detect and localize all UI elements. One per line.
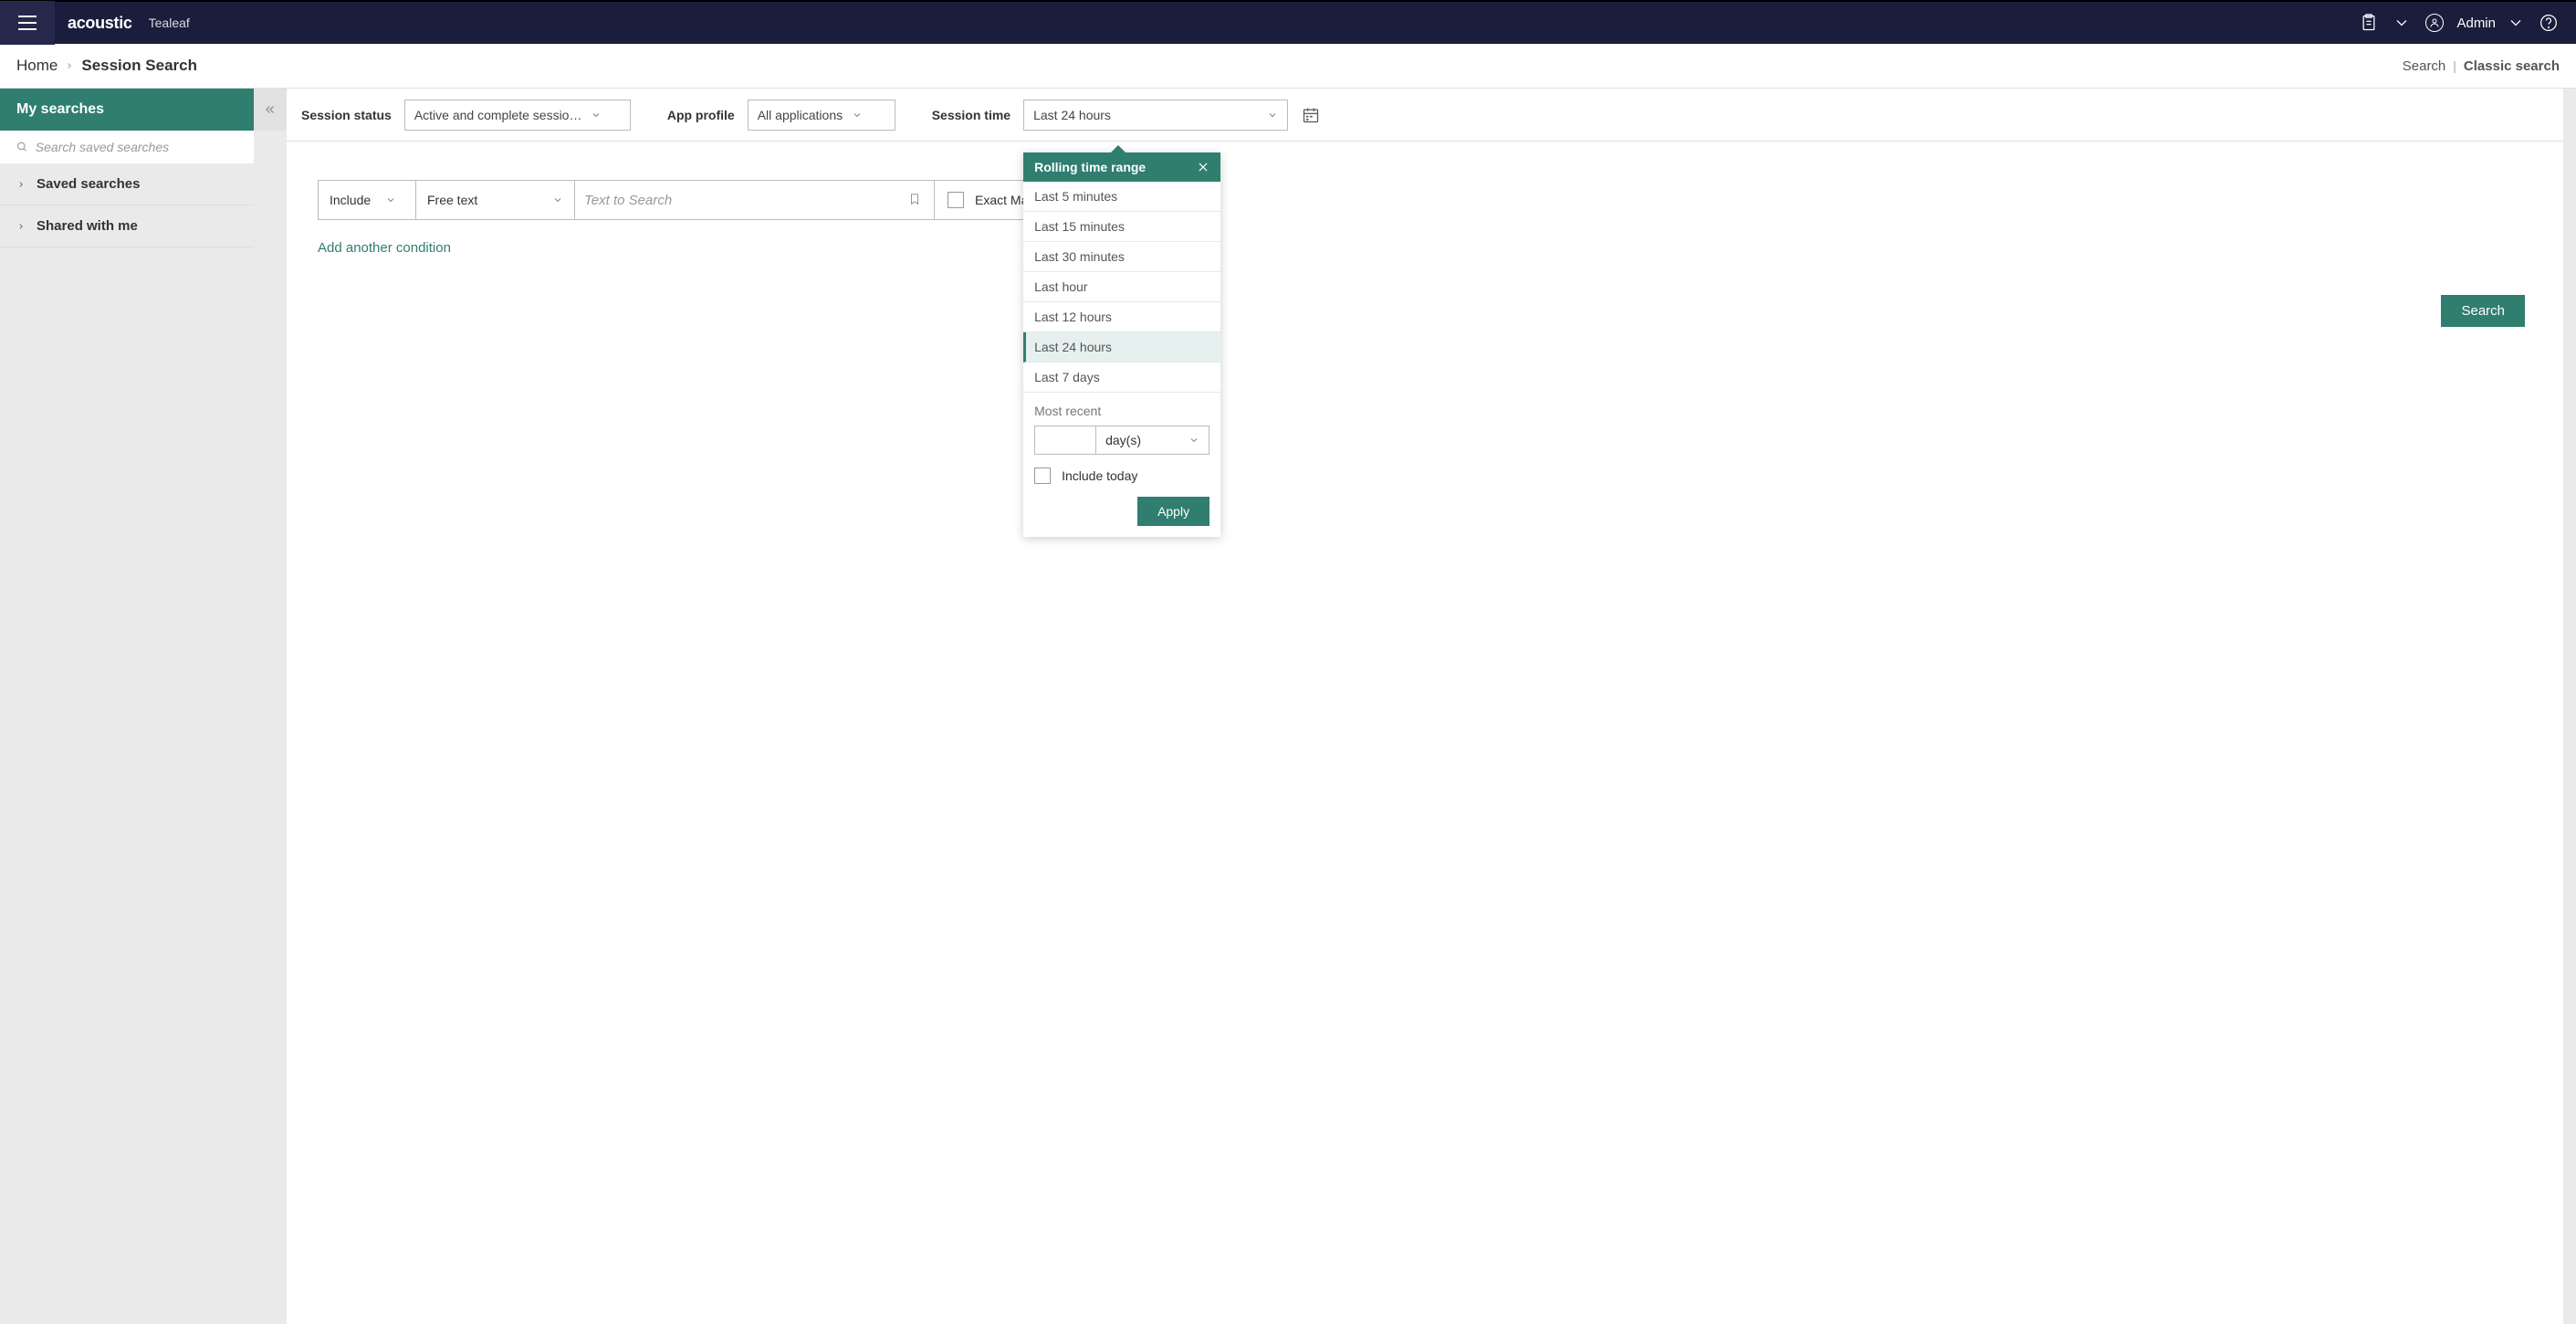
- unit-value: day(s): [1105, 433, 1141, 447]
- chevron-down-icon: [1267, 110, 1278, 121]
- sidebar-search[interactable]: [0, 131, 254, 163]
- calendar-button[interactable]: [1301, 105, 1321, 125]
- time-range-option[interactable]: Last 7 days: [1023, 363, 1220, 393]
- sidebar-item-label: Shared with me: [37, 218, 138, 234]
- help-icon: [2539, 14, 2558, 32]
- bookmark-button[interactable]: [908, 191, 925, 209]
- session-time-select[interactable]: Last 24 hours: [1023, 100, 1288, 131]
- sidebar: My searches Saved searches Shared with m…: [0, 89, 254, 1324]
- admin-label: Admin: [2456, 16, 2496, 31]
- chevron-down-icon: [2393, 14, 2411, 32]
- chevron-right-icon: [16, 222, 26, 231]
- product-name: Tealeaf: [149, 16, 190, 30]
- clipboard-dropdown[interactable]: [2385, 6, 2418, 39]
- include-value: Include: [330, 193, 371, 207]
- calendar-icon: [1302, 106, 1320, 124]
- breadcrumb-bar: Home Session Search Search | Classic sea…: [0, 44, 2576, 89]
- bookmark-icon: [908, 191, 921, 207]
- condition-text-input[interactable]: [584, 193, 908, 208]
- time-range-dropdown: Rolling time range Last 5 minutesLast 15…: [1023, 152, 1220, 537]
- chevron-down-icon: [2507, 14, 2525, 32]
- admin-dropdown[interactable]: [2499, 6, 2532, 39]
- conditions-area: Include Free text: [287, 142, 2563, 274]
- time-range-option[interactable]: Last 5 minutes: [1023, 182, 1220, 212]
- filter-bar: Session status Active and complete sessi…: [287, 89, 2563, 142]
- time-range-option[interactable]: Last 24 hours: [1023, 332, 1220, 363]
- session-status-select[interactable]: Active and complete sessio…: [404, 100, 631, 131]
- add-condition-link[interactable]: Add another condition: [318, 240, 451, 256]
- sidebar-search-input[interactable]: [36, 140, 237, 154]
- app-profile-label: App profile: [667, 108, 735, 122]
- app-profile-value: All applications: [758, 108, 843, 122]
- help-button[interactable]: [2532, 6, 2565, 39]
- condition-text-wrap: [575, 180, 935, 220]
- session-status-value: Active and complete sessio…: [414, 108, 582, 122]
- classic-search-mode-link[interactable]: Classic search: [2464, 58, 2560, 74]
- condition-row: Include Free text: [318, 180, 2532, 220]
- exact-match-checkbox[interactable]: [948, 192, 964, 208]
- hamburger-menu[interactable]: [0, 1, 55, 45]
- time-range-option[interactable]: Last 12 hours: [1023, 302, 1220, 332]
- chevron-down-icon: [552, 194, 563, 205]
- main-area: Session status Active and complete sessi…: [254, 89, 2576, 1324]
- breadcrumb-current: Session Search: [81, 57, 197, 75]
- top-nav: acoustic Tealeaf Admin: [0, 0, 2576, 44]
- search-button[interactable]: Search: [2441, 295, 2525, 327]
- close-icon[interactable]: [1197, 161, 1209, 173]
- most-recent-unit-select[interactable]: day(s): [1096, 426, 1209, 455]
- sidebar-item-saved[interactable]: Saved searches: [0, 163, 254, 205]
- apply-button[interactable]: Apply: [1137, 497, 1209, 526]
- session-time-value: Last 24 hours: [1033, 108, 1111, 122]
- chevron-right-icon: [16, 180, 26, 189]
- chevron-down-icon: [591, 110, 602, 121]
- include-today-label: Include today: [1062, 468, 1137, 483]
- clipboard-icon: [2360, 14, 2378, 32]
- condition-type-select[interactable]: Free text: [416, 180, 575, 220]
- type-value: Free text: [427, 193, 477, 207]
- user-avatar[interactable]: [2418, 6, 2451, 39]
- double-chevron-left-icon: [264, 103, 277, 116]
- app-profile-select[interactable]: All applications: [748, 100, 895, 131]
- search-icon: [16, 141, 28, 153]
- chevron-right-icon: [65, 58, 74, 73]
- search-mode-link[interactable]: Search: [2403, 58, 2446, 74]
- chevron-down-icon: [385, 194, 396, 205]
- dropdown-title: Rolling time range: [1034, 160, 1146, 174]
- breadcrumb-home[interactable]: Home: [16, 57, 58, 75]
- time-range-option[interactable]: Last hour: [1023, 272, 1220, 302]
- chevron-down-icon: [1189, 435, 1199, 446]
- user-icon: [2429, 17, 2440, 28]
- session-time-label: Session time: [932, 108, 1011, 122]
- clipboard-button[interactable]: [2352, 6, 2385, 39]
- time-range-option[interactable]: Last 30 minutes: [1023, 242, 1220, 272]
- condition-include-select[interactable]: Include: [318, 180, 416, 220]
- divider: |: [2453, 58, 2456, 73]
- time-range-option[interactable]: Last 15 minutes: [1023, 212, 1220, 242]
- sidebar-item-shared[interactable]: Shared with me: [0, 205, 254, 247]
- include-today-checkbox[interactable]: [1034, 468, 1051, 484]
- most-recent-value-input[interactable]: [1034, 426, 1096, 455]
- collapse-sidebar-button[interactable]: [254, 89, 287, 131]
- hamburger-icon: [18, 16, 37, 30]
- brand-logo: acoustic: [68, 14, 132, 33]
- session-status-label: Session status: [301, 108, 392, 122]
- most-recent-label: Most recent: [1034, 404, 1209, 418]
- chevron-down-icon: [852, 110, 863, 121]
- sidebar-item-label: Saved searches: [37, 176, 140, 192]
- sidebar-header: My searches: [0, 89, 254, 131]
